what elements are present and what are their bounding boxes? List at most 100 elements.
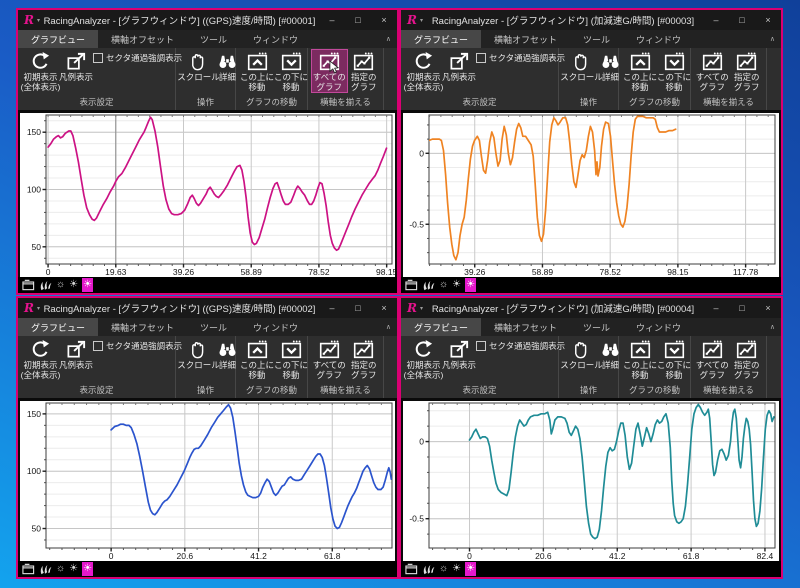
reset-view-button[interactable]: 初期表示(全体表示) [405,50,442,92]
move-up-button[interactable]: この上に移動 [240,338,274,380]
align-all-graphs-button[interactable]: すべてのグラフ [312,338,347,380]
brightness-high-icon[interactable]: ☀ [82,278,93,292]
tab-graph-view[interactable]: グラフビュー [401,30,481,48]
claw-pan-icon[interactable] [39,279,52,291]
minimize-button[interactable]: – [703,303,729,313]
titlebar[interactable]: R ▾ RacingAnalyzer - [グラフウィンドウ] (加減速G/時間… [401,10,781,30]
legend-button[interactable]: 凡例表示 [59,338,93,370]
sector-highlight-checkbox[interactable]: セクタ通過強調表示 [93,52,182,64]
sector-highlight-checkbox[interactable]: セクタ通過強調表示 [93,340,182,352]
export-window-icon[interactable] [22,279,35,291]
brightness-low-icon[interactable]: ☼ [439,562,448,576]
tab-axis-offset[interactable]: 横軸オフセット [98,30,187,48]
titlebar[interactable]: R ▾ RacingAnalyzer - [グラフウィンドウ] (加減速G/時間… [401,298,781,318]
minimize-button[interactable]: – [703,15,729,25]
scroll-button[interactable]: スクロール [180,338,217,370]
tab-window[interactable]: ウィンドウ [623,30,694,48]
ribbon-collapse-icon[interactable]: ∧ [770,35,775,43]
brightness-mid-icon[interactable]: ☀ [69,562,78,576]
titlebar[interactable]: R ▾ RacingAnalyzer - [グラフウィンドウ] ((GPS)速度… [18,10,397,30]
export-window-icon[interactable] [405,279,418,291]
align-all-graphs-button[interactable]: すべてのグラフ [695,338,730,380]
tab-tools[interactable]: ツール [570,30,623,48]
move-down-button[interactable]: この下に移動 [657,50,691,92]
brightness-mid-icon[interactable]: ☀ [69,278,78,292]
legend-button[interactable]: 凡例表示 [59,50,93,82]
chart-canvas[interactable]: 020.641.261.882.40-0.5 [403,401,778,561]
brightness-mid-icon[interactable]: ☀ [452,562,461,576]
chart-canvas[interactable]: 020.641.261.850100150 [20,401,395,561]
align-specified-graph-button[interactable]: 指定のグラフ [730,50,765,92]
brightness-mid-icon[interactable]: ☀ [452,278,461,292]
align-specified-graph-button[interactable]: 指定のグラフ [347,50,382,92]
reset-view-button[interactable]: 初期表示(全体表示) [405,338,442,380]
tab-tools[interactable]: ツール [187,318,240,336]
move-up-button[interactable]: この上に移動 [240,50,274,92]
move-down-button[interactable]: この下に移動 [657,338,691,380]
chart-canvas[interactable]: 019.6339.2658.8978.5298.1550100150 [20,113,395,277]
ribbon-collapse-icon[interactable]: ∧ [386,35,391,43]
detail-button[interactable]: 詳細 [600,338,621,370]
tab-axis-offset[interactable]: 横軸オフセット [98,318,187,336]
minimize-button[interactable]: – [319,303,345,313]
maximize-button[interactable]: □ [729,15,755,25]
tab-graph-view[interactable]: グラフビュー [18,318,98,336]
sector-highlight-checkbox[interactable]: セクタ通過強調表示 [476,340,565,352]
tab-tools[interactable]: ツール [187,30,240,48]
maximize-button[interactable]: □ [729,303,755,313]
detail-button[interactable]: 詳細 [217,50,238,82]
close-button[interactable]: × [755,15,781,25]
detail-button[interactable]: 詳細 [217,338,238,370]
move-up-button[interactable]: この上に移動 [623,338,657,380]
export-window-icon[interactable] [405,563,418,575]
brightness-high-icon[interactable]: ☀ [465,278,476,292]
legend-button[interactable]: 凡例表示 [442,338,476,370]
app-logo-icon[interactable]: R [24,301,34,315]
close-button[interactable]: × [371,15,397,25]
minimize-button[interactable]: – [319,15,345,25]
claw-pan-icon[interactable] [422,563,435,575]
svg-text:150: 150 [27,127,41,137]
reset-view-button[interactable]: 初期表示(全体表示) [22,50,59,92]
scroll-button[interactable]: スクロール [563,338,600,370]
chart-canvas[interactable]: 39.2658.8978.5298.15117.780-0.5 [403,113,778,277]
align-specified-graph-button[interactable]: 指定のグラフ [730,338,765,380]
ribbon-collapse-icon[interactable]: ∧ [770,323,775,331]
app-logo-icon[interactable]: R [407,13,417,27]
tab-graph-view[interactable]: グラフビュー [401,318,481,336]
claw-pan-icon[interactable] [422,279,435,291]
app-logo-icon[interactable]: R [24,13,34,27]
tab-window[interactable]: ウィンドウ [240,318,311,336]
legend-button[interactable]: 凡例表示 [442,50,476,82]
close-button[interactable]: × [755,303,781,313]
detail-button[interactable]: 詳細 [600,50,621,82]
move-down-button[interactable]: この下に移動 [274,50,308,92]
align-all-graphs-button[interactable]: すべてのグラフ [695,50,730,92]
reset-view-button[interactable]: 初期表示(全体表示) [22,338,59,380]
claw-pan-icon[interactable] [39,563,52,575]
move-down-button[interactable]: この下に移動 [274,338,308,380]
brightness-low-icon[interactable]: ☼ [56,278,65,292]
brightness-low-icon[interactable]: ☼ [56,562,65,576]
maximize-button[interactable]: □ [345,303,371,313]
align-specified-graph-button[interactable]: 指定のグラフ [347,338,382,380]
brightness-high-icon[interactable]: ☀ [82,562,93,576]
scroll-button[interactable]: スクロール [180,50,217,82]
tab-axis-offset[interactable]: 横軸オフセット [481,30,570,48]
brightness-high-icon[interactable]: ☀ [465,562,476,576]
brightness-low-icon[interactable]: ☼ [439,278,448,292]
export-window-icon[interactable] [22,563,35,575]
maximize-button[interactable]: □ [345,15,371,25]
tab-tools[interactable]: ツール [570,318,623,336]
tab-window[interactable]: ウィンドウ [623,318,694,336]
tab-graph-view[interactable]: グラフビュー [18,30,98,48]
titlebar[interactable]: R ▾ RacingAnalyzer - [グラフウィンドウ] ((GPS)速度… [18,298,397,318]
sector-highlight-checkbox[interactable]: セクタ通過強調表示 [476,52,565,64]
tab-axis-offset[interactable]: 横軸オフセット [481,318,570,336]
tab-window[interactable]: ウィンドウ [240,30,311,48]
ribbon-collapse-icon[interactable]: ∧ [386,323,391,331]
move-up-button[interactable]: この上に移動 [623,50,657,92]
close-button[interactable]: × [371,303,397,313]
app-logo-icon[interactable]: R [407,301,417,315]
scroll-button[interactable]: スクロール [563,50,600,82]
